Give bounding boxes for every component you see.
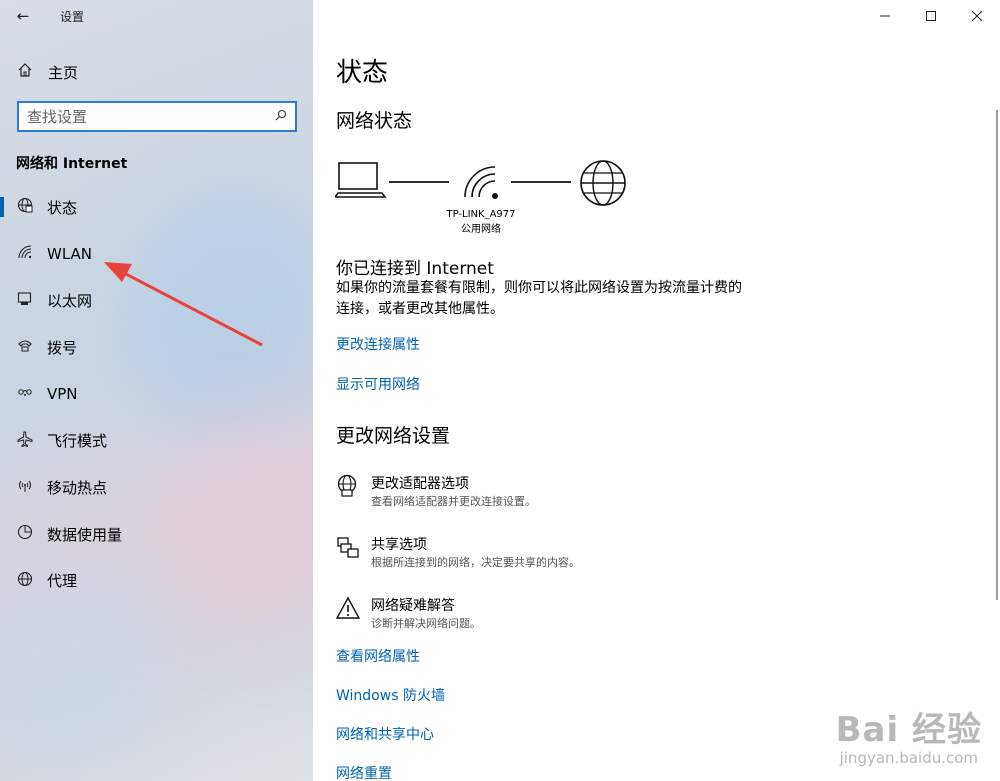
network-reset-link[interactable]: 网络重置 bbox=[336, 763, 392, 781]
adapter-globe-icon bbox=[336, 474, 360, 510]
sharing-options-setting[interactable]: 共享选项 根据所连接到的网络，决定要共享的内容。 bbox=[336, 535, 580, 571]
airplane-icon bbox=[16, 431, 34, 451]
sidebar-item-label: 数据使用量 bbox=[47, 525, 123, 544]
sidebar-item-label: VPN bbox=[47, 385, 78, 404]
sidebar-item-dialup[interactable]: 拨号 bbox=[0, 324, 313, 371]
sidebar-item-label: 状态 bbox=[47, 198, 78, 217]
hotspot-icon bbox=[16, 477, 34, 497]
sidebar-item-home[interactable]: 主页 bbox=[0, 56, 313, 88]
sidebar-item-label: 移动热点 bbox=[47, 478, 108, 497]
sidebar-item-data-usage[interactable]: 数据使用量 bbox=[0, 511, 313, 558]
setting-description: 根据所连接到的网络，决定要共享的内容。 bbox=[371, 556, 580, 569]
connected-heading: 你已连接到 Internet bbox=[336, 259, 494, 279]
sidebar-item-label: 飞行模式 bbox=[47, 432, 108, 451]
section-title: 网络和 Internet bbox=[16, 156, 128, 172]
page-title: 状态 bbox=[336, 58, 389, 88]
change-connection-properties-link[interactable]: 更改连接属性 bbox=[336, 334, 420, 354]
network-type: 公用网络 bbox=[461, 224, 501, 235]
home-icon bbox=[16, 62, 34, 82]
globe-status-icon bbox=[16, 197, 34, 217]
network-diagram bbox=[335, 160, 626, 206]
title-bar: ← 设置 bbox=[0, 0, 313, 32]
sidebar-item-vpn[interactable]: VPN bbox=[0, 371, 313, 418]
watermark: Bai 经验 jingyan.baidu.com bbox=[836, 702, 982, 767]
minimize-icon[interactable] bbox=[862, 0, 908, 32]
search-input[interactable] bbox=[19, 107, 267, 126]
watermark-logo-text: Bai 经验 bbox=[835, 710, 982, 750]
sidebar-item-label: 拨号 bbox=[47, 338, 78, 357]
troubleshoot-setting[interactable]: 网络疑难解答 诊断并解决网络问题。 bbox=[335, 596, 481, 632]
setting-description: 诊断并解决网络问题。 bbox=[371, 617, 481, 630]
network-name-label: TP-LINK_A977 公用网络 bbox=[441, 207, 521, 237]
window-controls bbox=[862, 0, 1000, 32]
sidebar-item-hotspot[interactable]: 移动热点 bbox=[0, 464, 313, 511]
adapter-options-setting[interactable]: 更改适配器选项 查看网络适配器并更改连接设置。 bbox=[336, 474, 536, 510]
view-network-properties-link[interactable]: 查看网络属性 bbox=[336, 646, 420, 666]
connected-description: 如果你的流量套餐有限制，则你可以将此网络设置为按流量计费的连接，或者更改其他属性… bbox=[336, 280, 742, 317]
dialup-icon bbox=[16, 337, 34, 357]
setting-title: 更改适配器选项 bbox=[371, 476, 469, 492]
network-sharing-center-link[interactable]: 网络和共享中心 bbox=[336, 724, 434, 744]
show-available-networks-link[interactable]: 显示可用网络 bbox=[336, 374, 420, 394]
windows-firewall-link[interactable]: Windows 防火墙 bbox=[336, 685, 445, 705]
setting-title: 网络疑难解答 bbox=[371, 598, 455, 614]
network-ssid: TP-LINK_A977 bbox=[446, 209, 516, 220]
wifi-icon bbox=[16, 244, 34, 264]
sidebar-item-label: WLAN bbox=[47, 245, 93, 264]
change-settings-heading: 更改网络设置 bbox=[336, 425, 451, 447]
scrollbar[interactable] bbox=[996, 110, 998, 600]
wifi-signal-icon bbox=[464, 166, 498, 199]
sidebar-nav: 状态 WLAN 以太网 拨号 VPN 飞行模式 移动热点 数据使用量 代理 bbox=[0, 184, 313, 604]
ethernet-icon bbox=[16, 291, 34, 311]
proxy-globe-icon bbox=[16, 571, 34, 591]
internet-globe-icon bbox=[580, 160, 626, 206]
maximize-icon[interactable] bbox=[908, 0, 954, 32]
laptop-icon bbox=[335, 162, 387, 198]
back-button[interactable]: ← bbox=[0, 0, 46, 32]
app-title: 设置 bbox=[60, 9, 85, 24]
sidebar-item-label: 以太网 bbox=[47, 292, 93, 311]
watermark-url: jingyan.baidu.com bbox=[839, 749, 979, 767]
search-field[interactable] bbox=[17, 101, 297, 132]
sidebar-item-label: 主页 bbox=[48, 63, 79, 82]
sidebar-item-airplane[interactable]: 飞行模式 bbox=[0, 417, 313, 464]
sidebar-item-ethernet[interactable]: 以太网 bbox=[0, 277, 313, 324]
network-status-heading: 网络状态 bbox=[336, 110, 413, 132]
sidebar: ← 设置 主页 网络和 Internet 状态 WLAN bbox=[0, 0, 313, 781]
sidebar-item-status[interactable]: 状态 bbox=[0, 184, 313, 231]
setting-title: 共享选项 bbox=[371, 537, 427, 553]
main-pane: 状态 网络状态 TP-LINK_A977 公用网络 你已连接到 Internet… bbox=[313, 0, 1000, 781]
warning-icon bbox=[335, 596, 361, 632]
close-icon[interactable] bbox=[954, 0, 1000, 32]
sidebar-item-proxy[interactable]: 代理 bbox=[0, 558, 313, 605]
sharing-icon bbox=[336, 535, 360, 571]
sidebar-item-wlan[interactable]: WLAN bbox=[0, 231, 313, 278]
data-usage-icon bbox=[16, 524, 34, 544]
sidebar-item-label: 代理 bbox=[47, 572, 78, 591]
vpn-icon bbox=[16, 384, 34, 404]
setting-description: 查看网络适配器并更改连接设置。 bbox=[371, 495, 536, 508]
search-icon[interactable] bbox=[267, 109, 295, 125]
